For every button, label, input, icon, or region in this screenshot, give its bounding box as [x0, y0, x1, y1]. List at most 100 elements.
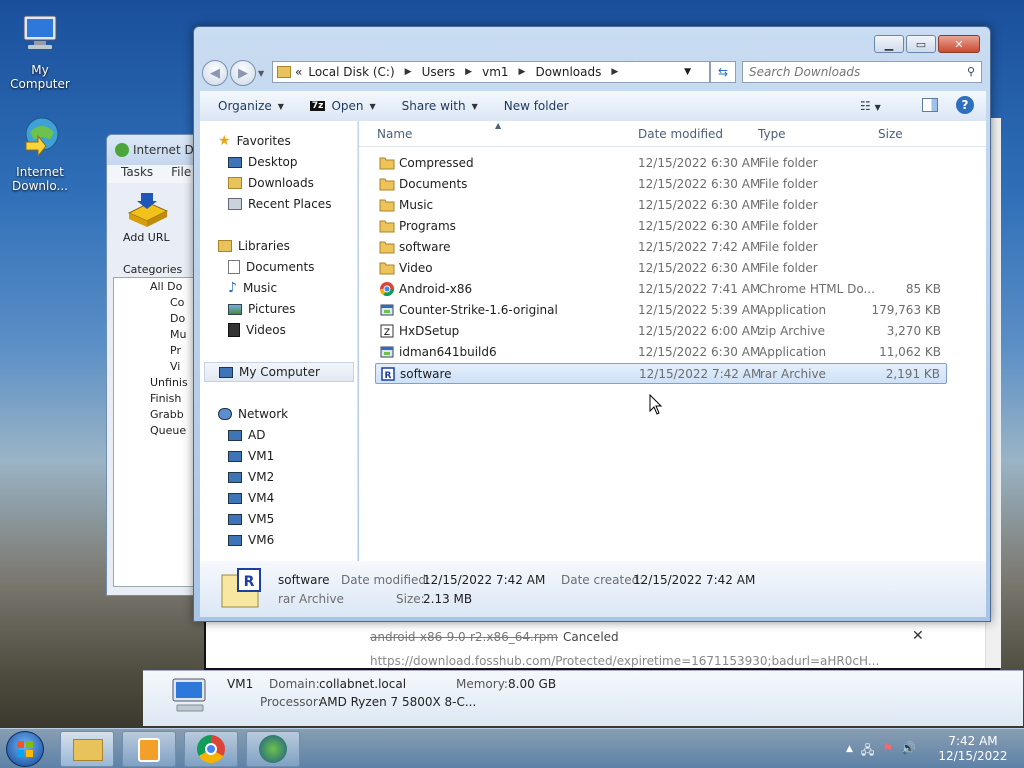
tree-item[interactable]: Finish — [118, 392, 194, 408]
breadcrumb-users[interactable]: Users — [422, 65, 456, 79]
breadcrumb-chevron-icon[interactable]: ▶ — [611, 67, 618, 77]
nav-label: Libraries — [238, 239, 290, 253]
desktop-icon-my-computer[interactable]: My Computer — [0, 10, 80, 91]
breadcrumb-chevron-icon[interactable]: ▶ — [405, 67, 412, 77]
clock[interactable]: 7:42 AM 12/15/2022 — [938, 734, 1008, 764]
file-row[interactable]: Z HxDSetup 12/15/2022 6:00 AM zip Archive 3,… — [375, 321, 947, 342]
view-options-button[interactable]: ☷ ▼ — [860, 99, 881, 113]
taskbar-chrome[interactable] — [184, 731, 238, 767]
breadcrumb-overflow[interactable]: « — [295, 65, 302, 79]
tree-item[interactable]: Vi — [118, 360, 194, 376]
column-header-size[interactable]: Size — [878, 127, 903, 141]
file-row[interactable]: software 12/15/2022 7:42 AM File folder — [375, 237, 947, 258]
nav-network-ad[interactable]: AD — [228, 425, 265, 445]
breadcrumb-chevron-icon[interactable]: ▶ — [465, 67, 472, 77]
open-button[interactable]: 7z Open ▼ — [309, 99, 376, 113]
start-button[interactable] — [6, 731, 44, 767]
nav-documents[interactable]: Documents — [228, 257, 314, 277]
maximize-button[interactable]: ▭ — [906, 35, 936, 53]
nav-network-vm2[interactable]: VM2 — [228, 467, 274, 487]
nav-my-computer[interactable]: My Computer — [204, 362, 354, 382]
file-row[interactable]: idman641build6 12/15/2022 6:30 AM Applicat… — [375, 342, 947, 363]
nav-music[interactable]: ♪ Music — [228, 278, 277, 298]
help-button[interactable]: ? — [956, 96, 974, 114]
column-header-type[interactable]: Type — [758, 127, 786, 141]
add-url-button[interactable]: Add URL — [107, 183, 205, 263]
volume-icon[interactable]: 🔊 — [901, 741, 916, 762]
taskbar-media-player[interactable] — [122, 731, 176, 767]
search-input[interactable] — [743, 62, 953, 82]
nav-label: VM5 — [248, 512, 275, 526]
details-size-label: Size: — [396, 592, 425, 606]
file-name: idman641build6 — [399, 345, 497, 359]
idm-window[interactable]: Internet Do Tasks File Add URL Categorie… — [106, 134, 206, 596]
address-bar[interactable]: « Local Disk (C:) ▶ Users ▶ vm1 ▶ Downlo… — [272, 61, 710, 83]
nav-pictures[interactable]: Pictures — [228, 299, 296, 319]
file-row[interactable]: Compressed 12/15/2022 6:30 AM File folder — [375, 153, 947, 174]
taskbar-idm[interactable] — [246, 731, 300, 767]
idm-menu-tasks[interactable]: Tasks — [121, 165, 153, 183]
details-date-modified-label: Date modified: — [341, 573, 431, 587]
minimize-button[interactable]: ▁ — [874, 35, 904, 53]
nav-videos[interactable]: Videos — [228, 320, 286, 340]
file-name: Programs — [399, 219, 456, 233]
address-dropdown-icon[interactable]: ▼ — [684, 67, 691, 77]
network-tray-icon[interactable]: 🖧 — [861, 741, 874, 762]
file-row[interactable]: Android-x86 12/15/2022 7:41 AM Chrome HTML… — [375, 279, 947, 300]
breadcrumb-local-disk[interactable]: Local Disk (C:) — [308, 65, 394, 79]
forward-button[interactable]: ▶ — [230, 60, 256, 86]
nav-network-vm5[interactable]: VM5 — [228, 509, 274, 529]
breadcrumb-chevron-icon[interactable]: ▶ — [519, 67, 526, 77]
application-icon — [379, 344, 395, 360]
tree-item[interactable]: Unfinis — [118, 376, 194, 392]
nav-libraries[interactable]: Libraries — [218, 236, 290, 256]
domain-label: Domain: — [269, 677, 320, 691]
taskbar-explorer[interactable] — [60, 731, 114, 767]
organize-button[interactable]: Organize ▼ — [218, 99, 284, 113]
tree-item[interactable]: Co — [118, 296, 194, 312]
nav-downloads[interactable]: Downloads — [228, 173, 314, 193]
nav-desktop[interactable]: Desktop — [228, 152, 298, 172]
idm-menu-file[interactable]: File — [171, 165, 191, 183]
network-computer-icon — [228, 429, 242, 441]
file-row[interactable]: Video 12/15/2022 6:30 AM File folder — [375, 258, 947, 279]
tree-item[interactable]: Pr — [118, 344, 194, 360]
download-list-row[interactable]: android-x86-9.0-r2.x86_64.rpm Canceled h… — [204, 620, 1000, 670]
new-folder-button[interactable]: New folder — [504, 99, 569, 113]
tree-item[interactable]: Grabb — [118, 408, 194, 424]
nav-network-vm1[interactable]: VM1 — [228, 446, 274, 466]
remove-download-icon[interactable]: ✕ — [912, 628, 924, 644]
nav-network-vm6[interactable]: VM6 — [228, 530, 274, 550]
desktop-icon-idm[interactable]: Internet Downlo... — [0, 112, 80, 193]
back-button[interactable]: ◀ — [202, 60, 228, 86]
breadcrumb-downloads[interactable]: Downloads — [535, 65, 601, 79]
action-center-icon[interactable]: ⚑ — [882, 741, 893, 762]
file-row[interactable]: Programs 12/15/2022 6:30 AM File folder — [375, 216, 947, 237]
nav-network-vm4[interactable]: VM4 — [228, 488, 274, 508]
nav-network[interactable]: Network — [218, 404, 288, 424]
tree-item[interactable]: Do — [118, 312, 194, 328]
recent-pages-dropdown[interactable]: ▼ — [258, 69, 264, 78]
tree-item[interactable]: Queue — [118, 424, 194, 440]
close-button[interactable]: ✕ — [938, 35, 980, 53]
tree-item[interactable]: Mu — [118, 328, 194, 344]
file-row[interactable]: Rsoftware 12/15/2022 7:42 AM rar Archive 2,… — [375, 363, 947, 384]
file-row[interactable]: Documents 12/15/2022 6:30 AM File folder — [375, 174, 947, 195]
network-icon — [218, 408, 232, 420]
file-row[interactable]: Music 12/15/2022 6:30 AM File folder — [375, 195, 947, 216]
preview-pane-button[interactable] — [922, 98, 938, 112]
column-header-date[interactable]: Date modified — [638, 127, 723, 141]
refresh-button[interactable]: ⇆ — [710, 61, 736, 83]
nav-favorites[interactable]: ★ Favorites — [218, 131, 291, 151]
share-with-button[interactable]: Share with ▼ — [402, 99, 478, 113]
nav-recent-places[interactable]: Recent Places — [228, 194, 331, 214]
idm-title-bar[interactable]: Internet Do — [107, 135, 205, 165]
explorer-window[interactable]: ▁ ▭ ✕ ◀ ▶ ▼ « Local Disk (C:) ▶ Users ▶ … — [193, 26, 991, 622]
search-box[interactable]: ⚲ — [742, 61, 982, 83]
file-row[interactable]: Counter-Strike-1.6-original 12/15/2022 5:… — [375, 300, 947, 321]
details-file-name: software — [278, 573, 330, 587]
tree-item[interactable]: All Do — [118, 280, 194, 296]
show-hidden-icons[interactable]: ▲ — [846, 741, 853, 762]
breadcrumb-vm1[interactable]: vm1 — [482, 65, 508, 79]
column-header-name[interactable]: Name — [377, 127, 412, 141]
